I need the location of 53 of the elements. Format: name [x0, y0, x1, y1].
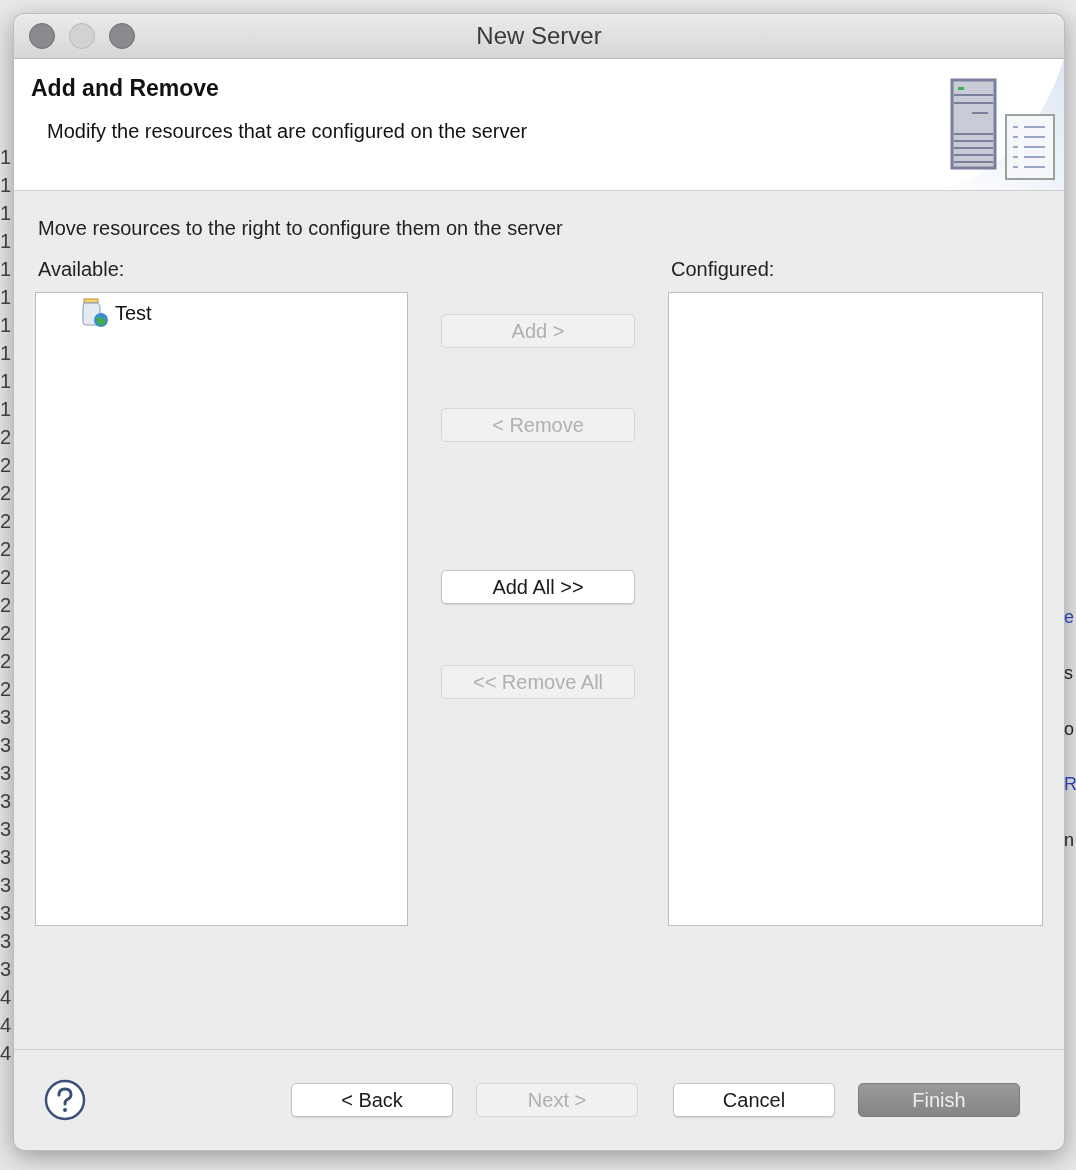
- line-number: 2: [0, 565, 12, 590]
- line-number: 3: [0, 761, 12, 786]
- help-icon[interactable]: [44, 1079, 86, 1121]
- line-number: 4: [0, 985, 12, 1010]
- line-number: 4: [0, 1041, 12, 1066]
- available-list[interactable]: Test: [35, 292, 408, 926]
- line-number: 2: [0, 621, 12, 646]
- line-number: 1: [0, 173, 12, 198]
- line-number: 1: [0, 369, 12, 394]
- line-number: 3: [0, 845, 12, 870]
- page-description: Modify the resources that are configured on the server: [47, 120, 528, 143]
- line-number: 2: [0, 593, 12, 618]
- line-number: 1: [0, 145, 12, 170]
- line-number: 1: [0, 397, 12, 422]
- window-button[interactable]: [109, 23, 135, 49]
- line-number: 3: [0, 817, 12, 842]
- editor-text: R: [1064, 773, 1076, 797]
- configured-label: Configured:: [670, 258, 776, 282]
- instruction-text: Move resources to the right to configure them on the server: [37, 217, 564, 240]
- line-number: 2: [0, 481, 12, 506]
- footer-button[interactable]: Cancel: [673, 1083, 835, 1117]
- window-title: New Server: [476, 22, 602, 49]
- line-number: 4: [0, 1013, 12, 1038]
- tree-item[interactable]: Test: [78, 298, 155, 328]
- editor-text: n: [1064, 829, 1075, 853]
- line-number: 1: [0, 313, 12, 338]
- line-number: 1: [0, 201, 12, 226]
- line-number: 2: [0, 425, 12, 450]
- footer-button[interactable]: < Back: [291, 1083, 453, 1117]
- line-number: 2: [0, 537, 12, 562]
- line-number: 2: [0, 649, 12, 674]
- line-number: 1: [0, 341, 12, 366]
- line-number: 3: [0, 733, 12, 758]
- line-number: 1: [0, 229, 12, 254]
- available-label: Available:: [37, 258, 126, 282]
- line-number: 2: [0, 509, 12, 534]
- line-number: 3: [0, 873, 12, 898]
- editor-text: s: [1064, 661, 1074, 685]
- line-number: 3: [0, 789, 12, 814]
- line-number: 2: [0, 677, 12, 702]
- line-number: 3: [0, 705, 12, 730]
- window-button[interactable]: [29, 23, 55, 49]
- move-button[interactable]: Add All >>: [441, 570, 635, 604]
- editor-text: e: [1064, 606, 1075, 629]
- line-number: 1: [0, 285, 12, 310]
- line-number: 1: [0, 257, 12, 282]
- page-title: Add and Remove: [31, 75, 220, 102]
- editor-text: o: [1064, 717, 1075, 741]
- line-number: 3: [0, 901, 12, 926]
- line-number: 3: [0, 957, 12, 982]
- project-icon: [81, 298, 109, 328]
- line-number: 2: [0, 453, 12, 478]
- line-number: 3: [0, 929, 12, 954]
